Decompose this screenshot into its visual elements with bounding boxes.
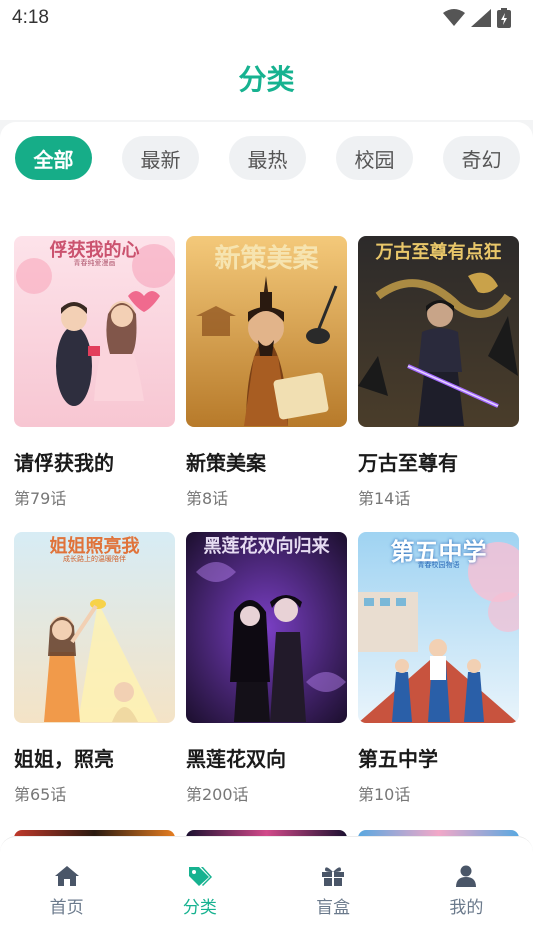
battery-icon: [497, 8, 511, 28]
gift-icon: [321, 865, 345, 887]
page-header: 分类: [0, 36, 533, 120]
book-card[interactable]: 黑莲花双向归来 黑莲花双向 第200话: [186, 532, 347, 828]
book-title[interactable]: 姐姐，照亮: [14, 743, 175, 772]
book-title[interactable]: 请俘获我的: [14, 447, 175, 476]
book-card[interactable]: 俘获我的心 青春纯爱漫画 请俘获我的 第79话: [14, 236, 175, 532]
chip-fantasy[interactable]: 奇幻: [443, 136, 520, 180]
book-title[interactable]: 黑莲花双向: [186, 743, 347, 772]
content-area: 全部 最新 最热 校园 奇幻 俘获我的心 青春纯爱漫画 请俘获我的 第79话 新…: [0, 120, 533, 836]
book-title[interactable]: 新策美案: [186, 447, 347, 476]
book-title[interactable]: 万古至尊有: [358, 447, 519, 476]
user-icon: [455, 865, 477, 887]
book-cover[interactable]: 姐姐照亮我 成长路上的温暖陪伴: [14, 532, 175, 723]
nav-category-label: 分类: [182, 898, 217, 918]
tag-icon: [187, 865, 213, 887]
cover-subtitle-text: 青春校园物语: [417, 561, 460, 569]
cover-subtitle-text: 成长路上的温暖陪伴: [63, 555, 126, 563]
book-cover[interactable]: 俘获我的心 青春纯爱漫画: [14, 236, 175, 427]
book-cover[interactable]: 新策美案: [186, 236, 347, 427]
status-icons: [443, 8, 511, 28]
book-cover[interactable]: 黑莲花双向归来: [186, 532, 347, 723]
nav-profile-label: 我的: [449, 898, 484, 918]
book-episodes: 第65话: [14, 785, 67, 804]
book-card[interactable]: 姐姐照亮我 成长路上的温暖陪伴 姐姐，照亮 第65话: [14, 532, 175, 828]
nav-home-label: 首页: [49, 898, 84, 918]
status-bar: 4:18: [0, 0, 533, 36]
cover-title-text: 万古至尊有点狂: [375, 242, 502, 263]
book-card[interactable]: 第五中学 青春校园物语 第五中学 第10话: [358, 532, 519, 828]
cover-subtitle-text: 青春纯爱漫画: [73, 259, 116, 267]
nav-blindbox-label: 盲盒: [316, 898, 351, 918]
book-cover[interactable]: 万古至尊有点狂: [358, 236, 519, 427]
book-episodes: 第8话: [186, 489, 229, 508]
chip-campus[interactable]: 校园: [336, 136, 413, 180]
content-panel: 全部 最新 最热 校园 奇幻 俘获我的心 青春纯爱漫画 请俘获我的 第79话 新…: [0, 122, 533, 836]
chip-all[interactable]: 全部: [15, 136, 92, 180]
book-grid: 俘获我的心 青春纯爱漫画 请俘获我的 第79话 新策美案 新策美案 第8话 万古…: [14, 236, 519, 828]
book-episodes: 第79话: [14, 489, 67, 508]
nav-home[interactable]: 首页: [17, 865, 117, 918]
home-icon: [54, 865, 80, 887]
book-card[interactable]: 新策美案 新策美案 第8话: [186, 236, 347, 532]
book-cover[interactable]: 第五中学 青春校园物语: [358, 532, 519, 723]
book-episodes: 第10话: [358, 785, 411, 804]
book-episodes: 第200话: [186, 785, 249, 804]
book-title[interactable]: 第五中学: [358, 743, 519, 772]
wifi-icon: [443, 9, 465, 26]
bottom-nav: 首页 分类 盲盒 我的: [0, 836, 533, 948]
chip-hottest[interactable]: 最热: [229, 136, 306, 180]
page-title: 分类: [238, 63, 295, 96]
status-time: 4:18: [12, 7, 49, 28]
nav-category[interactable]: 分类: [150, 865, 250, 918]
cover-title-text: 新策美案: [214, 244, 319, 274]
nav-blindbox[interactable]: 盲盒: [283, 865, 383, 918]
book-card[interactable]: 万古至尊有点狂 万古至尊有 第14话: [358, 236, 519, 532]
cover-title-text: 黑莲花双向归来: [203, 536, 330, 557]
signal-icon: [471, 9, 491, 27]
nav-profile[interactable]: 我的: [416, 865, 516, 918]
category-chips: 全部 最新 最热 校园 奇幻: [15, 136, 520, 180]
chip-latest[interactable]: 最新: [122, 136, 199, 180]
book-episodes: 第14话: [358, 489, 411, 508]
